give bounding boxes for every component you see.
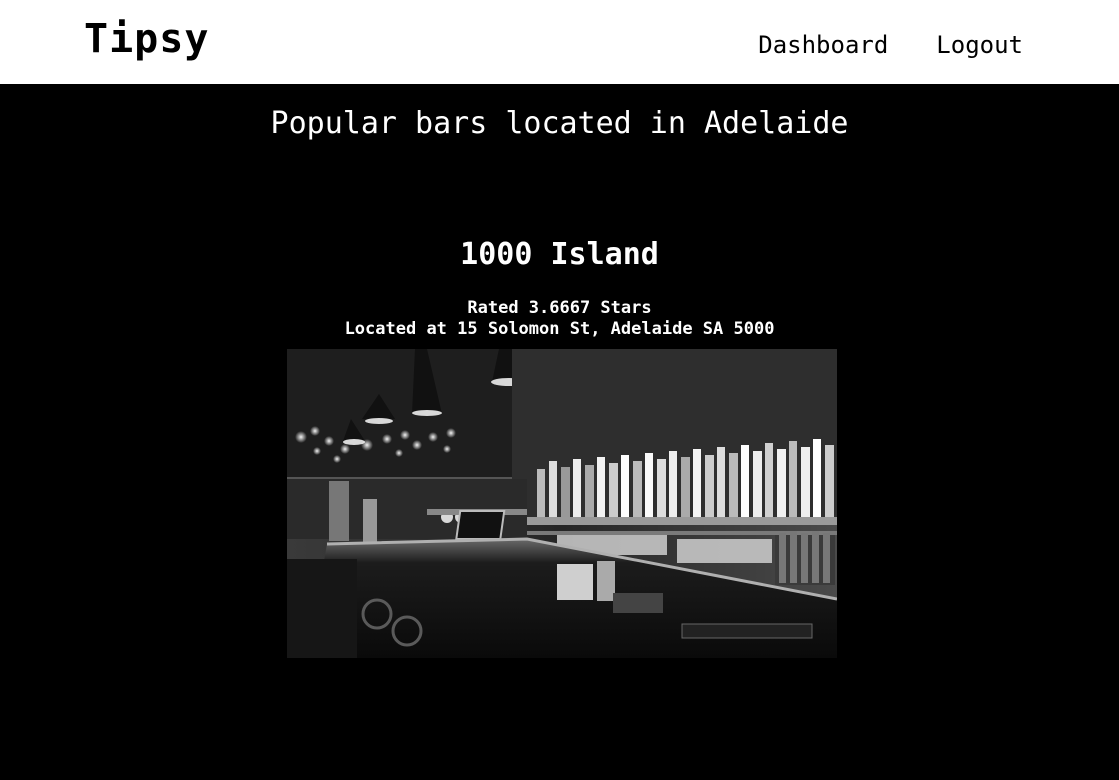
nav-link-dashboard[interactable]: Dashboard <box>758 31 888 59</box>
nav-link-logout[interactable]: Logout <box>936 31 1023 59</box>
bar-interior-photo-icon <box>287 349 837 658</box>
bar-card: 1000 Island Rated 3.6667 Stars Located a… <box>0 234 1119 340</box>
bar-name[interactable]: 1000 Island <box>0 234 1119 276</box>
bar-meta: Rated 3.6667 Stars Located at 15 Solomon… <box>0 298 1119 340</box>
nav-links: Dashboard Logout <box>758 31 1023 59</box>
brand-logo[interactable]: Tipsy <box>84 16 209 62</box>
main-content: Popular bars located in Adelaide 1000 Is… <box>0 84 1119 780</box>
bar-rating: Rated 3.6667 Stars <box>467 298 652 318</box>
bar-address: Located at 15 Solomon St, Adelaide SA 50… <box>344 319 775 339</box>
navbar: Tipsy Dashboard Logout <box>0 0 1119 84</box>
bar-photo[interactable] <box>287 349 837 658</box>
page-title: Popular bars located in Adelaide <box>270 106 849 141</box>
